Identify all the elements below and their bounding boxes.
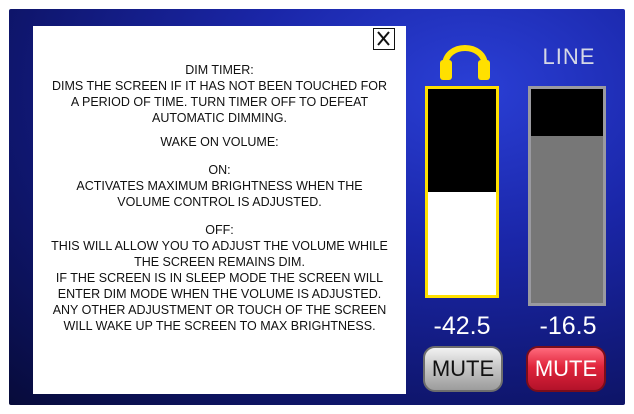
help-line: DIMS THE SCREEN IF IT HAS NOT BEEN TOUCH… [51,79,387,93]
headphone-level-readout: -42.5 [433,312,491,340]
help-heading-dim-timer: DIM TIMER: [185,63,254,77]
help-heading-on: ON: [208,163,231,177]
line-level-readout: -16.5 [539,312,597,340]
help-line: THIS WILL ALLOW YOU TO ADJUST THE VOLUME… [51,239,388,253]
help-line: THE SCREEN REMAINS DIM. [134,255,305,269]
help-line: AUTOMATIC DIMMING. [152,111,287,125]
help-line: ANY OTHER ADJUSTMENT OR TOUCH OF THE SCR… [52,303,387,317]
line-mute-button[interactable]: MUTE [526,346,606,392]
help-line: VOLUME CONTROL IS ADJUSTED. [117,195,322,209]
headphone-meter-fill [428,89,496,192]
help-line: A PERIOD OF TIME. TURN TIMER OFF TO DEFE… [70,95,369,109]
headphone-mute-button[interactable]: MUTE [423,346,503,392]
help-line: ACTIVATES MAXIMUM BRIGHTNESS WHEN THE [76,179,363,193]
close-x-icon [377,31,390,46]
help-line: WILL WAKE UP THE SCREEN TO MAX BRIGHTNES… [63,319,376,333]
help-heading-off: OFF: [205,223,234,237]
line-meter-fill [531,89,603,137]
help-line: ENTER DIM MODE WHEN THE VOLUME IS ADJUST… [57,287,382,301]
screen: DIM TIMER: DIMS THE SCREEN IF IT HAS NOT… [0,0,634,414]
help-heading-wake-on-volume: WAKE ON VOLUME: [160,135,279,149]
help-text: DIM TIMER: DIMS THE SCREEN IF IT HAS NOT… [33,62,406,334]
headphone-level-meter[interactable] [425,86,499,298]
line-level-meter[interactable] [528,86,606,306]
headphones-icon [437,30,493,82]
line-label: LINE [542,44,596,69]
close-button[interactable] [373,28,395,50]
help-line: IF THE SCREEN IS IN SLEEP MODE THE SCREE… [55,271,384,285]
